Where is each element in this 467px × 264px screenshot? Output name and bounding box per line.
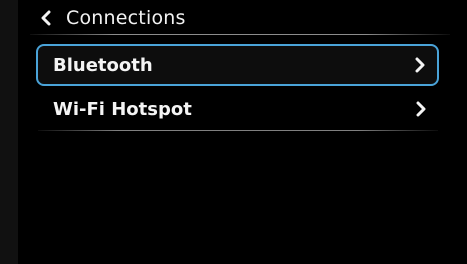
chevron-right-icon [415,57,425,73]
bezel-edge [0,0,18,264]
menu-item-label: Bluetooth [53,54,153,76]
chevron-right-icon [416,101,426,117]
item-divider [38,130,438,131]
page-title: Connections [66,7,186,29]
back-button[interactable]: Connections [38,4,186,32]
menu-item-bluetooth[interactable]: Bluetooth [36,44,439,86]
menu-item-wifi-hotspot[interactable]: Wi-Fi Hotspot [38,88,438,130]
screen: Connections Bluetooth Wi-Fi Hotspot [0,0,467,264]
menu-item-label: Wi-Fi Hotspot [53,98,192,120]
header-divider [30,34,450,35]
chevron-left-icon [41,10,51,26]
